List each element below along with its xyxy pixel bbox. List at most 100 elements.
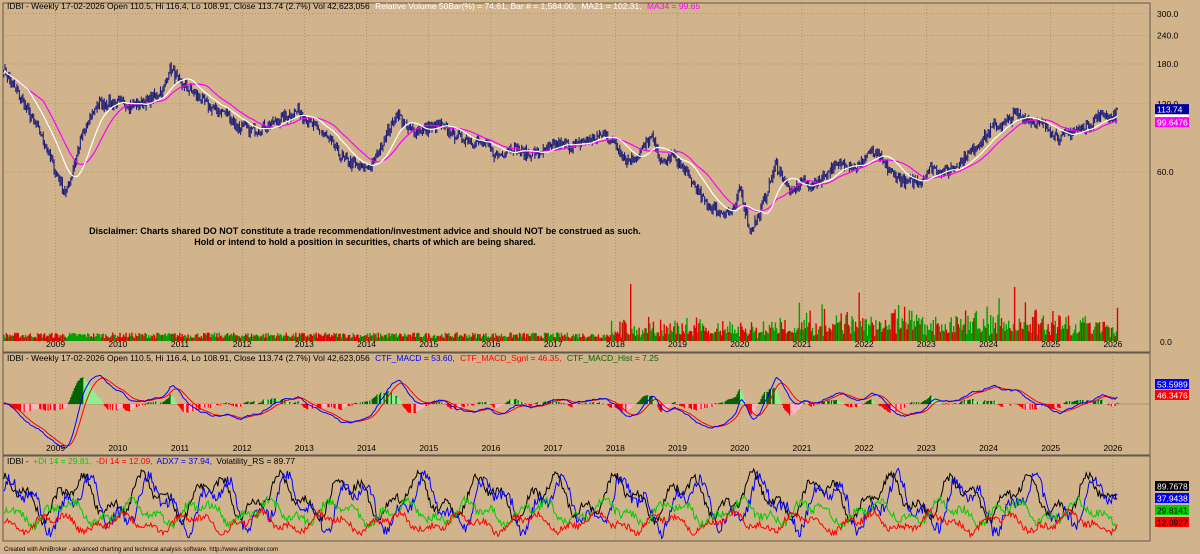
volume-bar (28, 334, 30, 341)
volume-bar (525, 334, 528, 341)
volume-bar (976, 329, 979, 341)
volume-bar (69, 332, 71, 341)
volume-bar (272, 335, 274, 341)
volume-bar (907, 323, 909, 341)
volume-bar (331, 334, 333, 341)
volume-bar (78, 333, 81, 341)
volume-bar (34, 336, 36, 341)
volume-bar (476, 333, 479, 341)
volume-bar (902, 320, 905, 341)
volume-bar (762, 321, 765, 341)
volume-bar (566, 332, 569, 341)
adx-header-vol: Volatility_RS = 89.77 (216, 456, 295, 466)
volume-bar (719, 330, 722, 341)
volume-bar (103, 338, 106, 341)
volume-bar (817, 329, 820, 341)
volume-bar (897, 304, 900, 341)
volume-bar (408, 334, 411, 341)
year-label-2023: 2023 (917, 339, 936, 349)
volume-bar (97, 334, 100, 341)
volume-bar (932, 319, 935, 341)
macd-hist-bar (144, 404, 146, 406)
volume-bar (1082, 317, 1084, 341)
volume-bar (691, 331, 693, 341)
volume-bar (710, 333, 712, 341)
volume-bar (602, 334, 604, 341)
volume-bar (814, 334, 816, 341)
volume-bar (1007, 320, 1010, 341)
volume-bar (958, 327, 961, 341)
volume-bar (163, 334, 165, 341)
volume-bar (65, 337, 67, 341)
volume-bar (1041, 318, 1043, 341)
year-label-2020: 2020 (730, 443, 749, 453)
volume-bar (381, 335, 383, 341)
volume-bar (1012, 323, 1015, 341)
year-label-2012: 2012 (233, 443, 252, 453)
volume-bar (1066, 328, 1068, 341)
volume-bar (813, 335, 815, 341)
volume-bar (382, 336, 384, 341)
macd-hist-bar (474, 404, 477, 406)
volume-bar (777, 333, 779, 341)
volume-bar (384, 335, 387, 341)
volume-bar (537, 335, 540, 341)
volume-bar (573, 336, 576, 341)
volume-bar (414, 336, 417, 341)
volume-bar (194, 334, 197, 341)
volume-bar (1097, 323, 1100, 341)
volume-bar (290, 337, 292, 341)
adx-last-label-3: 12.0927 (1157, 518, 1188, 528)
volume-bar (951, 332, 954, 341)
volume-bar (191, 337, 193, 341)
volume-bar (577, 337, 579, 341)
volume-bar (140, 334, 143, 341)
year-label-2020: 2020 (730, 339, 749, 349)
volume-bar (1033, 317, 1035, 341)
volume-bar (1004, 331, 1006, 341)
volume-bar (830, 330, 833, 341)
volume-bar (271, 335, 273, 341)
volume-bar (659, 319, 662, 341)
macd-hist-bar (655, 402, 657, 404)
volume-bar (322, 335, 325, 341)
volume-bar (783, 329, 785, 341)
volume-bar (630, 284, 632, 341)
volume-bar (156, 332, 158, 341)
volume-bar (1028, 331, 1030, 341)
volume-bar (540, 335, 542, 341)
volume-bar (651, 328, 653, 341)
macd-hist-bar (812, 404, 815, 406)
volume-bar (661, 330, 663, 341)
volume-bar (888, 324, 890, 341)
year-label-2021: 2021 (792, 443, 811, 453)
volume-bar (265, 333, 267, 341)
volume-bar (336, 336, 339, 341)
volume-bar (226, 333, 229, 341)
volume-bar (101, 334, 103, 341)
volume-bar (268, 335, 271, 341)
volume-bar (848, 326, 851, 341)
volume-bar (1010, 330, 1012, 341)
volume-bar (223, 336, 225, 341)
volume-bar (1000, 318, 1003, 341)
adx-series (3, 467, 1118, 540)
volume-bar (43, 333, 46, 341)
volume-bar (1018, 318, 1021, 341)
volume-bar (912, 329, 914, 341)
volume-bar (761, 332, 763, 341)
volume-bar (1029, 324, 1031, 341)
volume-bar (1091, 334, 1094, 341)
volume-bar (325, 332, 327, 341)
macd-hist-bar (562, 403, 565, 404)
volume-bar (1098, 321, 1101, 341)
volume-bar (439, 335, 442, 341)
adx-last-label-1: 37.9438 (1157, 494, 1188, 504)
price-y-tick-label: 60.0 (1157, 167, 1174, 177)
volume-bar (1030, 332, 1033, 341)
volume-bar (151, 336, 154, 341)
volume-bar (198, 336, 200, 341)
macd-hist-bar (669, 404, 671, 407)
volume-bar (350, 338, 352, 341)
volume-bar (1011, 331, 1013, 341)
